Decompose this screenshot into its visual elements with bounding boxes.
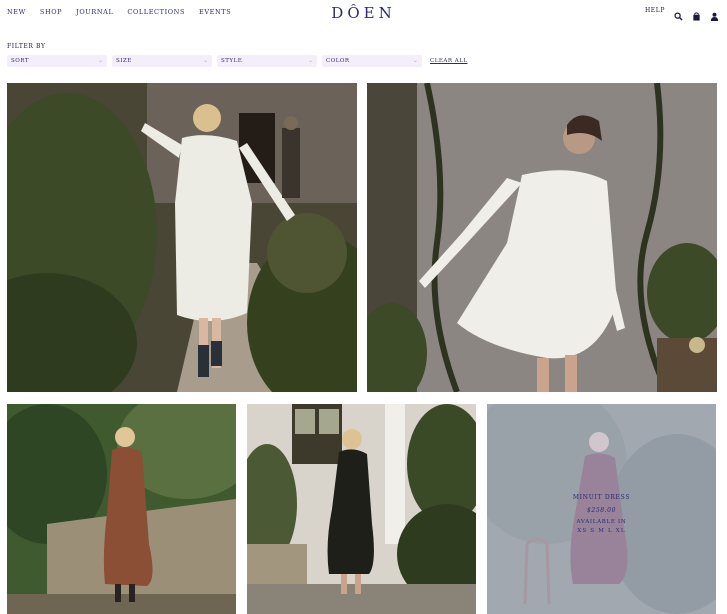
product-card-minuit-dress[interactable]: MINUIT DRESS $258.00 AVAILABLE IN XS S M… — [487, 404, 716, 614]
color-select-label: COLOR — [326, 58, 350, 64]
availability-label: AVAILABLE IN — [576, 519, 627, 525]
search-icon[interactable] — [674, 6, 683, 21]
filter-row: SORT ⌄ SIZE ⌄ STYLE ⌄ COLOR ⌄ — [7, 55, 427, 67]
chevron-down-icon: ⌄ — [97, 57, 103, 64]
utility-nav: HELP — [645, 6, 719, 21]
clear-all-link[interactable]: CLEAR ALL — [430, 58, 468, 64]
sort-select-label: SORT — [11, 58, 29, 64]
product-photo — [7, 83, 357, 392]
product-photo — [7, 404, 236, 614]
product-image-4[interactable] — [247, 404, 476, 614]
chevron-down-icon: ⌄ — [412, 57, 418, 64]
style-select[interactable]: STYLE ⌄ — [217, 55, 317, 67]
product-image-2[interactable] — [367, 83, 717, 392]
product-price: $258.00 — [586, 507, 616, 514]
style-select-label: STYLE — [221, 58, 243, 64]
size-select-label: SIZE — [116, 58, 132, 64]
product-photo — [367, 83, 717, 392]
bag-icon[interactable] — [692, 6, 701, 21]
help-link[interactable]: HELP — [645, 7, 665, 14]
quick-view-details: MINUIT DRESS $258.00 AVAILABLE IN XS S M… — [487, 494, 716, 534]
brand-logo[interactable]: DÔEN — [0, 4, 727, 22]
product-image-3[interactable] — [7, 404, 236, 614]
site-header: NEW SHOP JOURNAL COLLECTIONS EVENTS DÔEN… — [0, 0, 727, 26]
product-photo — [247, 404, 476, 614]
sort-select[interactable]: SORT ⌄ — [7, 55, 107, 67]
available-sizes[interactable]: XS S M L XL — [487, 528, 716, 534]
account-icon[interactable] — [710, 6, 719, 21]
chevron-down-icon: ⌄ — [202, 57, 208, 64]
chevron-down-icon: ⌄ — [307, 57, 313, 64]
product-name[interactable]: MINUIT DRESS — [487, 494, 716, 501]
color-select[interactable]: COLOR ⌄ — [322, 55, 422, 67]
size-select[interactable]: SIZE ⌄ — [112, 55, 212, 67]
product-image-1[interactable] — [7, 83, 357, 392]
filter-by-label: FILTER BY — [7, 43, 46, 50]
